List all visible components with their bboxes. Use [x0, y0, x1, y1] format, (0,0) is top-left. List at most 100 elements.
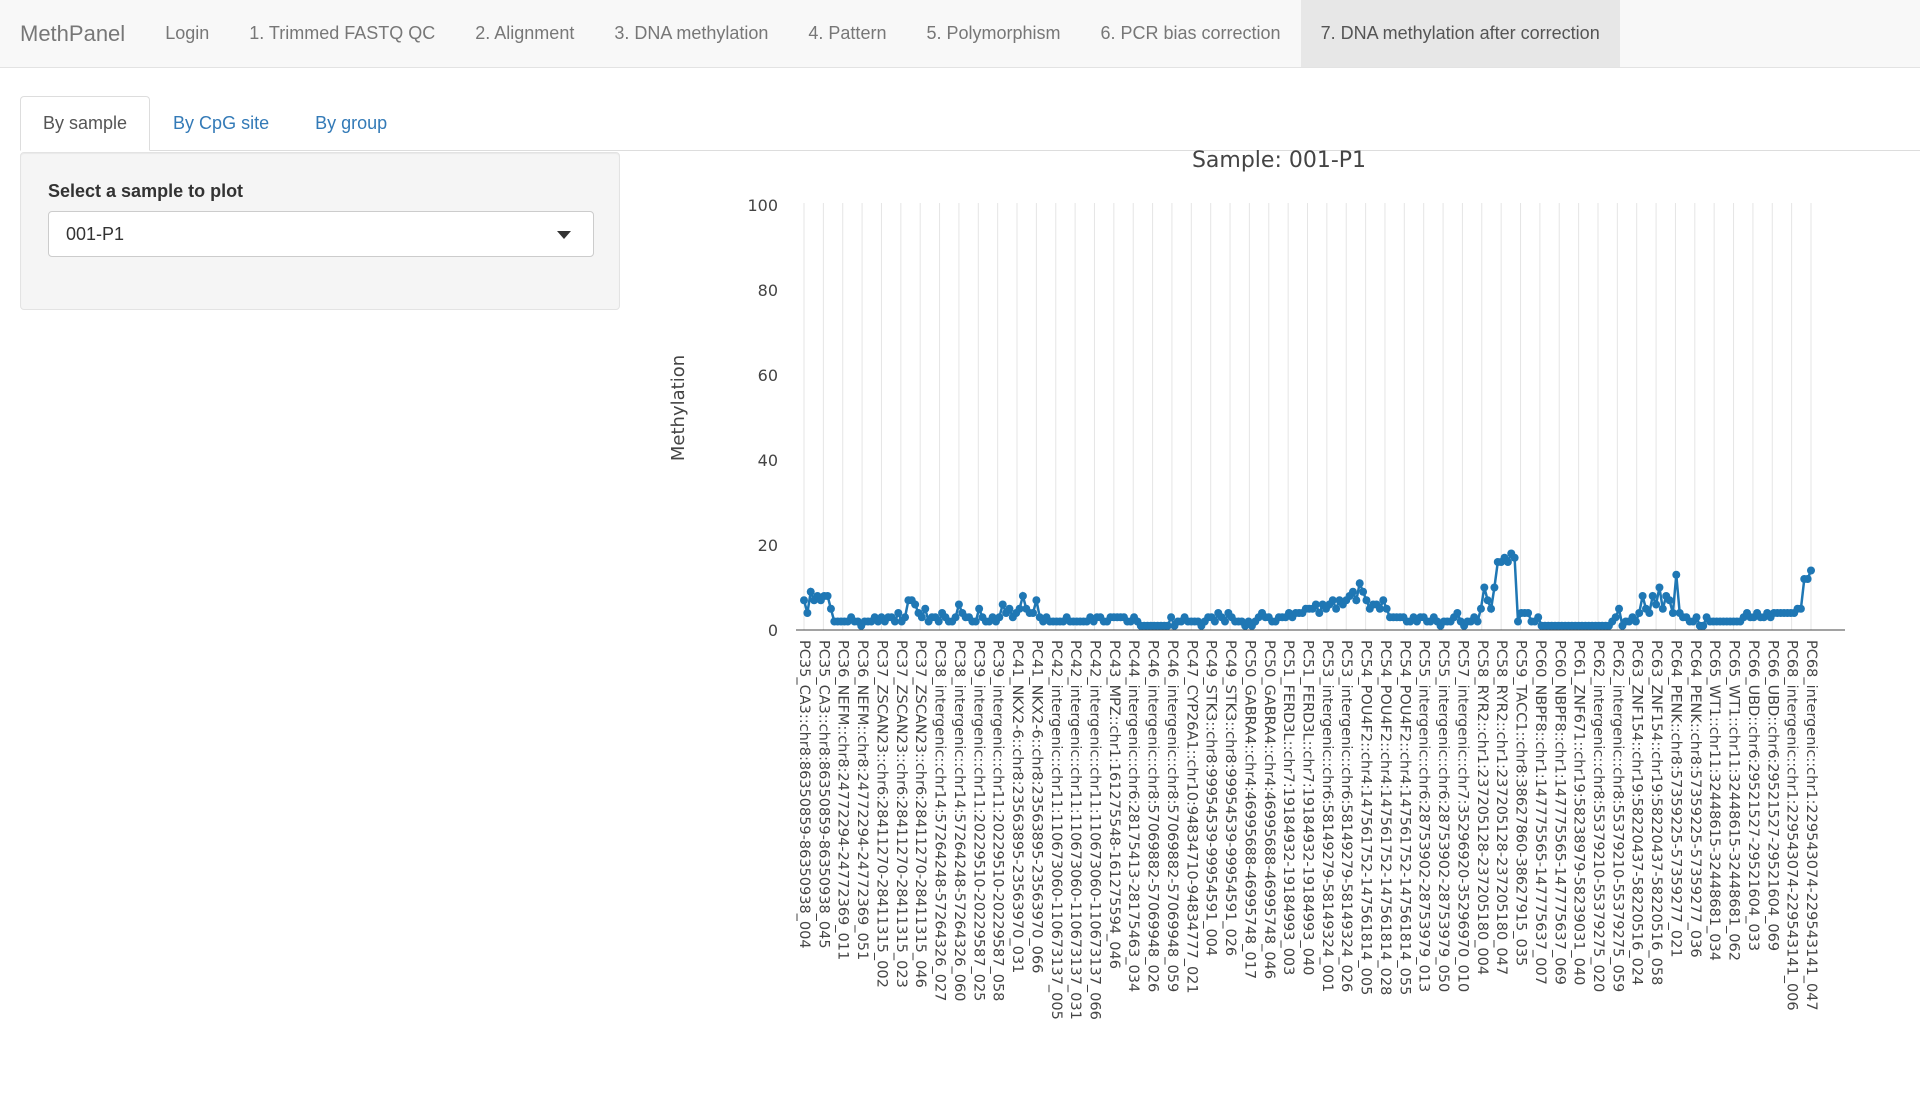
data-point[interactable]: [1655, 583, 1664, 592]
nav-item-pcr-bias-correction[interactable]: 6. PCR bias correction: [1081, 0, 1301, 67]
nav-item-dna-methylation-after-correction[interactable]: 7. DNA methylation after correction: [1300, 0, 1620, 67]
data-point[interactable]: [1220, 617, 1229, 626]
chevron-down-icon[interactable]: [557, 231, 571, 239]
x-tick-label: PC64_PENK::chr8:57359225-57359277_036: [1687, 640, 1703, 958]
methylation-chart: 0 20 40 60 80 100 PC35_CA3::chr8:86350859-863…: [668, 148, 1845, 1020]
data-point[interactable]: [1638, 592, 1647, 600]
brand-logo-text[interactable]: MethPanel: [0, 0, 145, 67]
data-point[interactable]: [1018, 592, 1027, 600]
data-point[interactable]: [975, 604, 984, 613]
nav-item-trimmed-fastq-qc[interactable]: 1. Trimmed FASTQ QC: [229, 0, 455, 67]
data-point[interactable]: [1476, 604, 1485, 613]
data-point[interactable]: [917, 613, 926, 622]
data-point[interactable]: [1692, 613, 1701, 622]
data-point[interactable]: [1513, 617, 1522, 626]
data-point[interactable]: [1315, 609, 1324, 617]
x-tick-label: PC61_ZNF671::chr19:58238979-58239031_040: [1571, 640, 1587, 985]
data-point[interactable]: [1210, 617, 1219, 626]
data-point[interactable]: [1032, 596, 1041, 605]
x-tick-label: PC57_intergenic::chr7:35296920-35296970_…: [1454, 640, 1470, 992]
nav-item-dna-methylation[interactable]: 3. DNA methylation: [594, 0, 788, 67]
data-point[interactable]: [1807, 566, 1815, 575]
x-tick-label: PC60_NBPF8::chr1:147775565-147775637_007: [1532, 640, 1548, 985]
x-tick-label: PC68_intergenic::chr1:229543074-22954314…: [1803, 640, 1819, 1011]
data-point[interactable]: [1487, 604, 1496, 613]
x-tick-label: PC51_FERD3L::chr7:19184932-19184993_040: [1300, 640, 1316, 975]
x-tick-label: PC35_CA3::chr8:86350859-86350938_004: [796, 640, 812, 949]
data-point[interactable]: [1480, 583, 1489, 592]
data-point[interactable]: [1699, 621, 1708, 630]
x-tick-label: PC55_intergenic::chr6:28753902-28753979_…: [1435, 640, 1451, 992]
nav-item-polymorphism[interactable]: 5. Polymorphism: [906, 0, 1080, 67]
data-point[interactable]: [826, 604, 835, 613]
data-point[interactable]: [1658, 604, 1667, 613]
data-point[interactable]: [1029, 609, 1038, 617]
data-point[interactable]: [1503, 558, 1512, 566]
data-point[interactable]: [1803, 575, 1812, 583]
data-point[interactable]: [1652, 600, 1661, 609]
data-point[interactable]: [1631, 617, 1640, 626]
data-point[interactable]: [1382, 604, 1391, 613]
data-point[interactable]: [1453, 609, 1462, 617]
x-tick-label: PC68_intergenic::chr1:229543074-22954314…: [1784, 640, 1800, 1011]
data-point[interactable]: [954, 600, 963, 609]
data-point[interactable]: [1534, 613, 1543, 622]
data-point[interactable]: [1362, 596, 1371, 605]
data-point[interactable]: [971, 617, 980, 626]
data-point[interactable]: [1359, 587, 1368, 596]
x-tick-label: PC63_ZNF154::chr19:58220437-58220516_024: [1629, 640, 1645, 985]
x-tick-label: PC47_CYP26A1::chr10:94834710-94834777_02…: [1183, 640, 1199, 994]
data-point[interactable]: [1648, 592, 1657, 600]
data-point[interactable]: [800, 596, 808, 605]
data-point[interactable]: [806, 587, 815, 596]
y-tick-label: 20: [758, 536, 778, 555]
data-point[interactable]: [1665, 596, 1674, 605]
data-point[interactable]: [1167, 613, 1176, 622]
data-point[interactable]: [1332, 604, 1341, 613]
data-point[interactable]: [1611, 613, 1620, 622]
data-point[interactable]: [1355, 579, 1364, 588]
data-point[interactable]: [894, 609, 903, 617]
data-point[interactable]: [1615, 604, 1624, 613]
data-point[interactable]: [1635, 609, 1644, 617]
data-point[interactable]: [934, 617, 943, 626]
nav-item-alignment[interactable]: 2. Alignment: [455, 0, 594, 67]
data-point[interactable]: [1348, 587, 1357, 596]
data-point[interactable]: [1473, 617, 1482, 626]
data-point[interactable]: [921, 604, 930, 613]
data-point[interactable]: [1510, 553, 1519, 562]
nav-item-login[interactable]: Login: [145, 0, 229, 67]
sample-select-value: 001-P1: [66, 223, 125, 244]
data-point[interactable]: [1483, 596, 1492, 605]
data-point[interactable]: [1524, 609, 1533, 617]
data-point[interactable]: [1645, 609, 1654, 617]
x-tick-label: PC42_intergenic::chr11:110673060-1106731…: [1067, 640, 1083, 1020]
data-point[interactable]: [995, 613, 1004, 622]
x-tick-label: PC42_intergenic::chr11:110673060-1106731…: [1048, 640, 1064, 1020]
sample-select[interactable]: 001-P1: [48, 211, 594, 257]
tab-by-cpg-site[interactable]: By CpG site: [150, 96, 292, 151]
x-tick-label: PC39_intergenic::chr11:20229510-20229587…: [970, 640, 986, 1001]
data-point[interactable]: [1672, 570, 1681, 579]
data-point[interactable]: [1490, 583, 1499, 592]
tab-by-sample[interactable]: By sample: [20, 96, 151, 151]
x-tick-label: PC59_TACC1::chr8:38627860-38627915_035: [1513, 640, 1529, 966]
data-point[interactable]: [1005, 604, 1014, 613]
chart-x-tick-labels: PC35_CA3::chr8:86350859-86350938_004 PC35…: [796, 640, 1819, 1020]
y-tick-label: 100: [747, 196, 778, 215]
data-point[interactable]: [823, 592, 832, 600]
data-point[interactable]: [1352, 596, 1361, 605]
data-point[interactable]: [1796, 604, 1805, 613]
tab-by-group[interactable]: By group: [292, 96, 410, 151]
data-point[interactable]: [911, 600, 920, 609]
x-tick-label: PC64_PENK::chr8:57359225-57359277_021: [1667, 640, 1683, 958]
x-tick-label: PC38_intergenic::chr14:57264248-57264326…: [932, 640, 948, 1001]
sample-select-label: Select a sample to plot: [48, 181, 244, 201]
data-point[interactable]: [803, 609, 812, 617]
x-tick-label: PC62_intergenic::chr8:55379210-55379275_…: [1609, 640, 1625, 992]
nav-item-pattern[interactable]: 4. Pattern: [788, 0, 906, 67]
data-point[interactable]: [1379, 596, 1388, 605]
data-point[interactable]: [998, 600, 1007, 609]
data-point[interactable]: [901, 613, 910, 622]
data-point[interactable]: [951, 613, 960, 622]
